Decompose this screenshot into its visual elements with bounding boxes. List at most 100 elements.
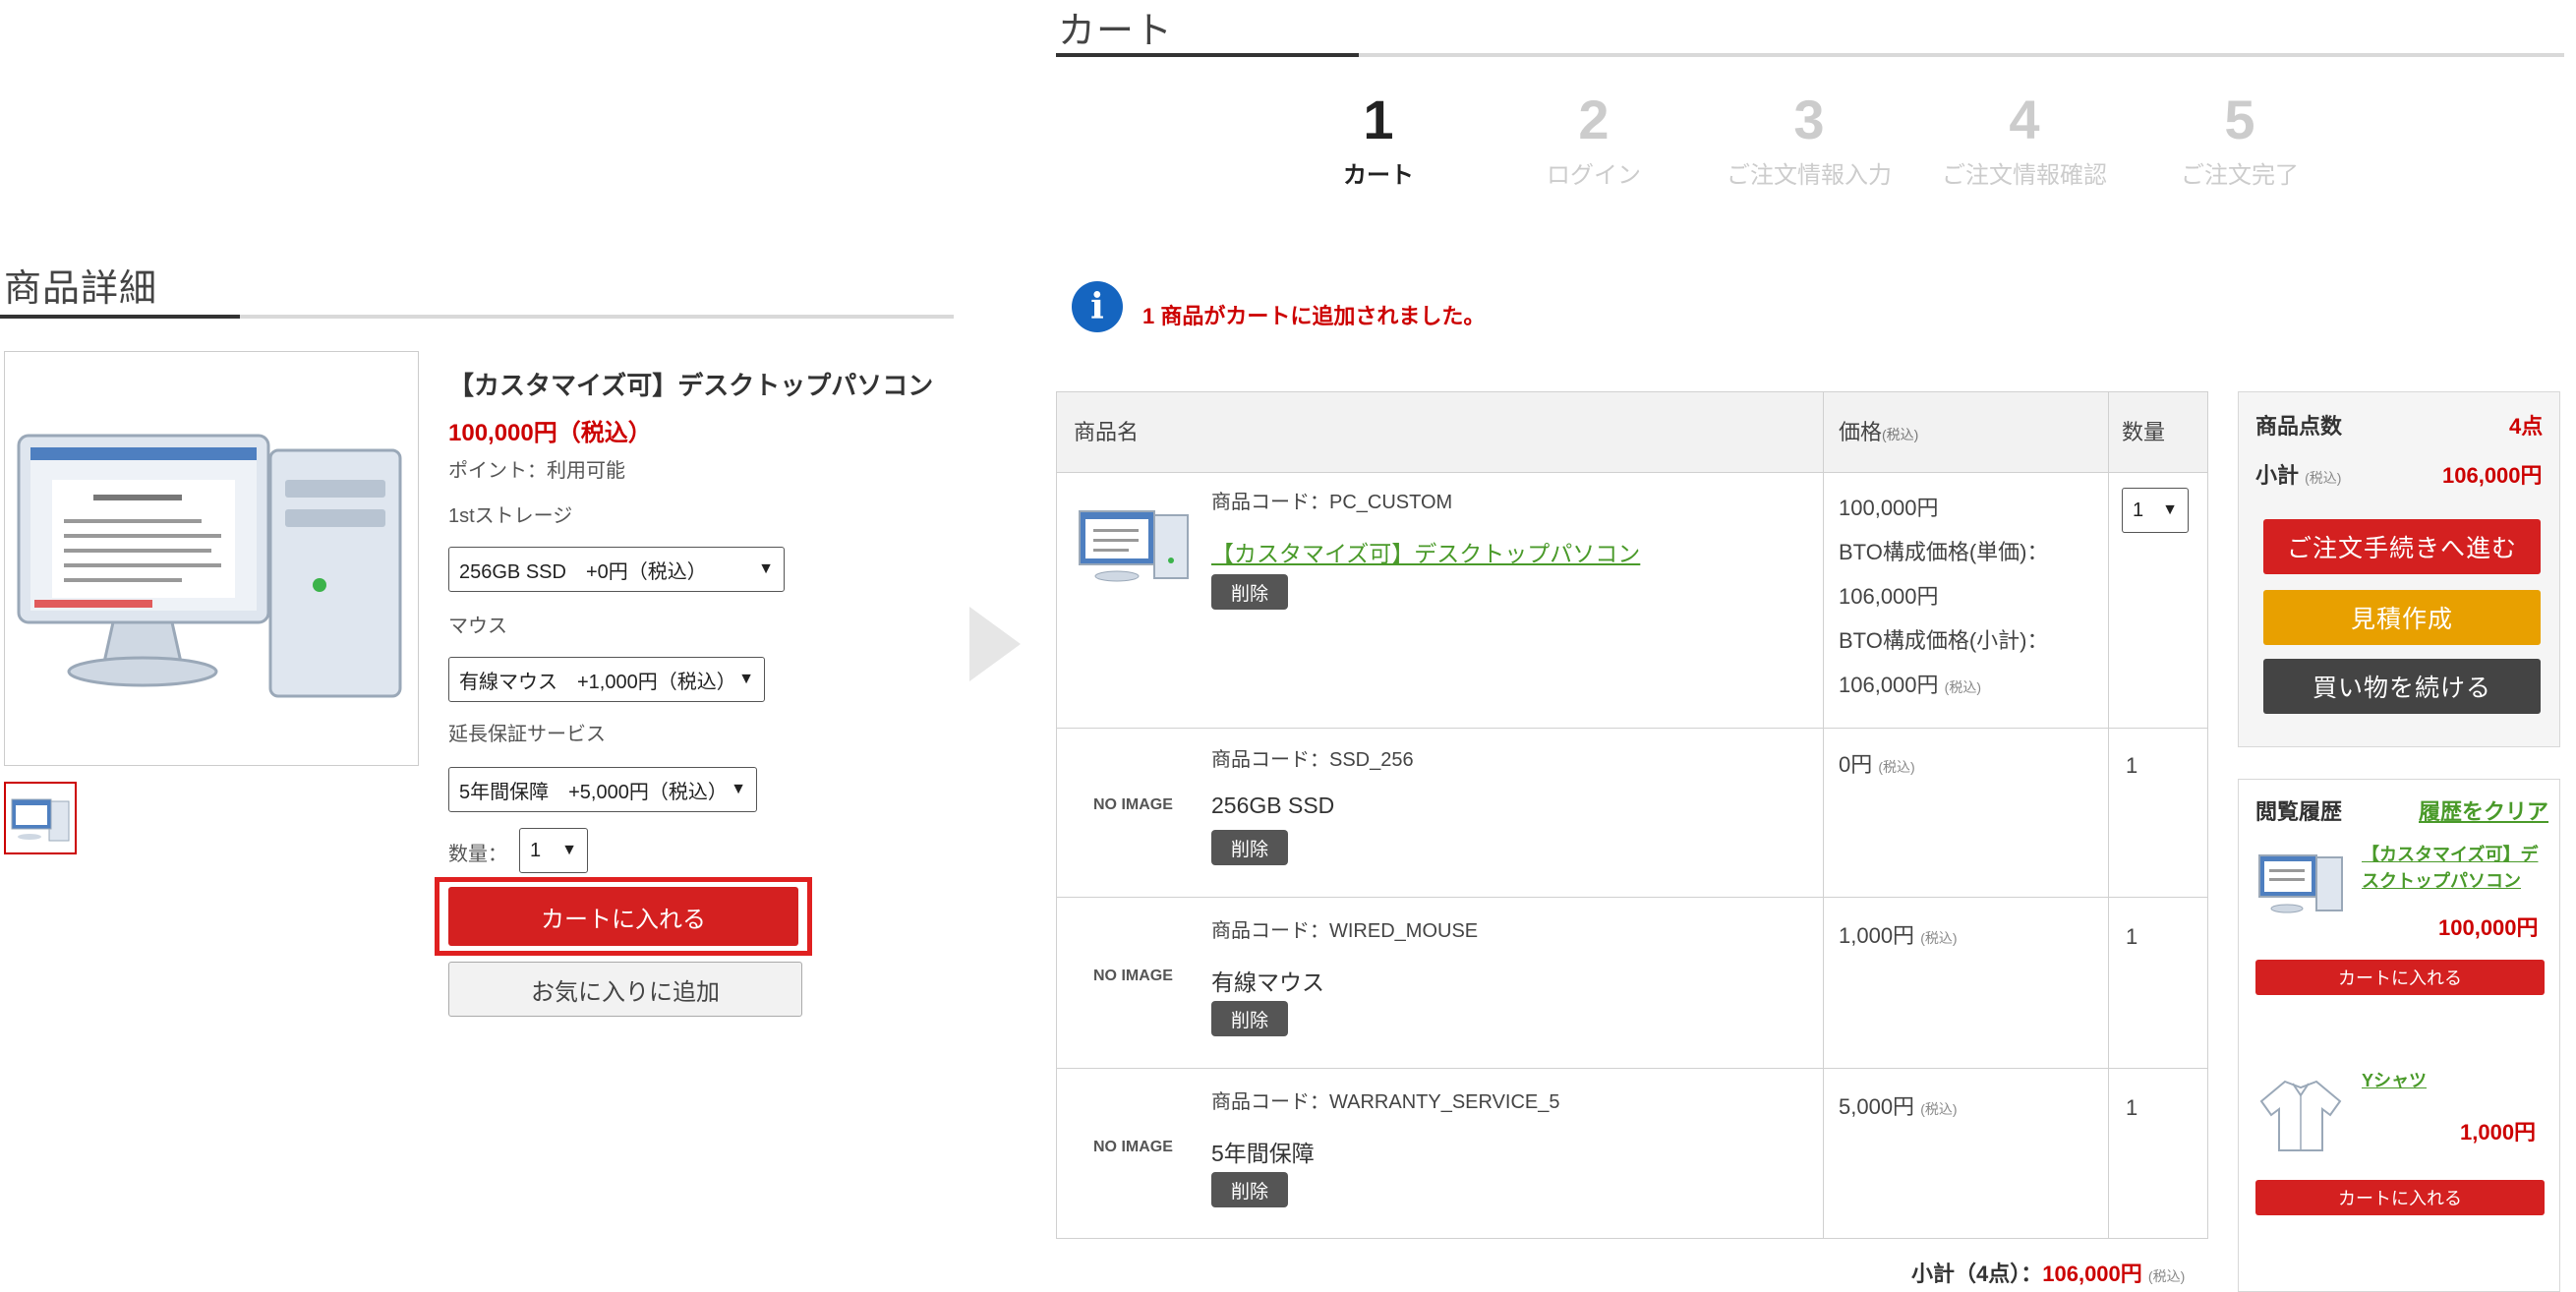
item-name: 有線マウス	[1211, 969, 1324, 995]
product-main-image[interactable]	[4, 351, 419, 766]
cart-added-message: 1 商品がカートに追加されました。	[1142, 304, 1486, 328]
item-quantity: 1	[2126, 924, 2138, 949]
delete-button[interactable]: 削除	[1211, 830, 1288, 865]
step-label: ご注文情報確認	[1942, 162, 2107, 189]
bto-unit-label: BTO構成価格(単価)：	[1839, 540, 2049, 564]
continue-shopping-button[interactable]: 買い物を続ける	[2263, 659, 2541, 714]
history-item-price: 100,000円	[2438, 915, 2539, 940]
product-thumbnail[interactable]	[4, 782, 77, 854]
chevron-down-icon: ▼	[758, 560, 774, 577]
item-name-link[interactable]: 【カスタマイズ可】デスクトップパソコン	[1211, 535, 1640, 568]
no-image-placeholder: NO IMAGE	[1093, 1139, 1173, 1155]
item-count-number: 4点	[2509, 414, 2544, 439]
item-quantity-select[interactable]: 1 ▼	[2122, 488, 2189, 533]
col-divider	[1823, 391, 1824, 1239]
product-detail-title: 商品詳細	[4, 268, 158, 310]
cart-title: カート	[1058, 11, 1174, 52]
product-name: 【カスタマイズ可】デスクトップパソコン	[448, 371, 934, 400]
header-price-tax: (税込)	[1882, 427, 1919, 442]
mouse-select[interactable]: 有線マウス +1,000円（税込） ▼	[448, 657, 765, 702]
history-item-image[interactable]	[2255, 848, 2346, 920]
history-item-price: 1,000円	[2460, 1120, 2537, 1145]
estimate-button[interactable]: 見積作成	[2263, 590, 2541, 645]
summary-subtotal-value: 106,000円	[2442, 458, 2543, 490]
tax-note: (税込)	[2147, 1268, 2186, 1284]
delete-button[interactable]: 削除	[1211, 574, 1288, 610]
row-divider	[1056, 1068, 2208, 1069]
checkout-button[interactable]: ご注文手続きへ進む	[2263, 519, 2541, 574]
bto-unit-price: 106,000円	[1839, 584, 1939, 609]
quantity-select-value: 1	[530, 839, 542, 861]
add-favorite-button[interactable]: お気に入りに追加	[448, 962, 802, 1017]
history-add-to-cart-button[interactable]: カートに入れる	[2255, 1180, 2545, 1215]
quantity-label: 数量：	[448, 844, 507, 865]
row-divider	[1056, 728, 2208, 729]
header-price-label: 価格	[1839, 420, 1883, 444]
item-code: 商品コード：WARRANTY_SERVICE_5	[1211, 1091, 1560, 1113]
warranty-select[interactable]: 5年間保障 +5,000円（税込） ▼	[448, 767, 757, 812]
step-label: カート	[1343, 162, 1414, 189]
history-item-name-link[interactable]: Yシャツ	[2362, 1068, 2545, 1094]
bto-subtotal-row: 106,000円 (税込)	[1839, 663, 2048, 710]
storage-select[interactable]: 256GB SSD +0円（税込） ▼	[448, 547, 785, 592]
product-detail-rule	[0, 315, 954, 319]
step-label: ご注文完了	[2181, 162, 2299, 189]
cart-rule	[1056, 53, 2564, 57]
item-quantity: 1	[2126, 1095, 2138, 1120]
desktop-pc-icon	[2258, 854, 2343, 913]
item-quantity: 1	[2126, 753, 2138, 778]
item-price-block: 100,000円 BTO構成価格(単価)： 106,000円 BTO構成価格(小…	[1839, 486, 2048, 710]
summary-subtotal-text: 小計	[2255, 463, 2300, 488]
desktop-pc-icon	[17, 434, 402, 698]
history-add-to-cart-button[interactable]: カートに入れる	[2255, 960, 2545, 995]
step-number: 2	[1578, 88, 1610, 150]
storage-label: 1stストレージ	[448, 505, 573, 527]
summary-subtotal-label: 小計 (税込)	[2255, 458, 2341, 490]
delete-button[interactable]: 削除	[1211, 1172, 1288, 1207]
history-item-image[interactable]	[2255, 1076, 2346, 1154]
cart-subtotal-label: 小計（4点）：	[1911, 1262, 2043, 1286]
arrow-right-icon	[969, 607, 1021, 681]
cart-subtotal-value: 106,000円	[2042, 1262, 2142, 1286]
delete-button[interactable]: 削除	[1211, 1001, 1288, 1036]
item-price-block: 0円 (税込)	[1839, 743, 1915, 789]
no-image-placeholder: NO IMAGE	[1093, 796, 1173, 813]
history-item-name-link[interactable]: 【カスタマイズ可】デスクトップパソコン	[2362, 842, 2545, 895]
cart-subtotal: 小計（4点）：106,000円 (税込)	[1911, 1257, 2185, 1288]
header-product-name: 商品名	[1074, 420, 1140, 444]
points-text: ポイント：利用可能	[448, 460, 625, 482]
item-name: 5年間保障	[1211, 1141, 1315, 1166]
add-to-cart-button[interactable]: カートに入れる	[448, 887, 798, 946]
shirt-icon	[2259, 1080, 2342, 1151]
item-price-block: 5,000円 (税込)	[1839, 1086, 1958, 1131]
item-count-value: 4点	[2509, 409, 2543, 440]
bto-subtotal-label: BTO構成価格(小計)：	[1839, 628, 2049, 653]
step-login: 2 ログイン	[1495, 90, 1692, 190]
step-number: 5	[2224, 88, 2255, 150]
header-quantity: 数量	[2122, 420, 2166, 444]
step-number: 4	[2009, 88, 2040, 150]
item-price: 5,000円	[1839, 1094, 1915, 1119]
chevron-down-icon: ▼	[731, 781, 746, 797]
item-count-label: 商品点数	[2255, 414, 2343, 439]
step-number: 1	[1363, 88, 1394, 150]
bto-subtotal-price: 106,000円	[1839, 673, 1939, 697]
row-divider	[1056, 897, 2208, 898]
warranty-select-value: 5年間保障 +5,000円（税込）	[459, 781, 728, 803]
quantity-select[interactable]: 1 ▼	[519, 828, 588, 873]
product-price: 100,000円（税込）	[448, 420, 652, 446]
history-title: 閲覧履歴	[2255, 799, 2343, 824]
chevron-down-icon: ▼	[2162, 501, 2178, 518]
item-code: 商品コード：SSD_256	[1211, 749, 1414, 771]
desktop-pc-thumb-icon	[11, 798, 70, 842]
mouse-label: マウス	[448, 616, 507, 637]
chevron-down-icon: ▼	[738, 671, 754, 687]
info-icon: i	[1072, 281, 1123, 332]
header-price: 価格(税込)	[1839, 415, 1918, 446]
clear-history-link[interactable]: 履歴をクリア	[2419, 794, 2548, 826]
step-order-confirm: 4 ご注文情報確認	[1926, 90, 2123, 190]
step-cart: 1 カート	[1280, 90, 1477, 190]
step-order-complete: 5 ご注文完了	[2141, 90, 2338, 190]
cart-item-image[interactable]	[1076, 503, 1194, 586]
tax-note: (税込)	[1920, 1101, 1958, 1117]
